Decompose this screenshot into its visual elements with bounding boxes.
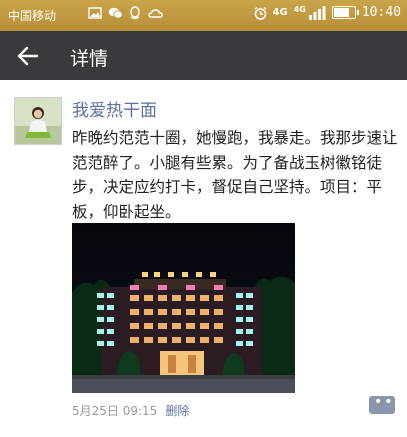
battery-icon bbox=[331, 6, 359, 19]
post-text: 昨晚约范范十圈，她慢跑，我暴走。我那步速让范范醉了。小腿有些累。为了备战玉树徽铭… bbox=[72, 129, 398, 221]
avatar[interactable] bbox=[14, 97, 62, 145]
delete-link[interactable]: 删除 bbox=[165, 402, 189, 419]
post-meta: 5月25日 09:15 删除 bbox=[72, 402, 189, 419]
notification-icons bbox=[88, 6, 163, 20]
weather-notification-icon bbox=[148, 6, 163, 20]
post-photo[interactable] bbox=[72, 223, 295, 393]
status-right: 4G 4G 10:40 bbox=[253, 5, 401, 20]
network-type-label: 4G bbox=[272, 7, 288, 18]
alarm-clock-icon bbox=[253, 6, 267, 20]
network-type-label-2: 4G bbox=[293, 5, 306, 14]
arrow-left-icon bbox=[17, 46, 39, 66]
back-button[interactable] bbox=[8, 39, 48, 73]
qq-notification-icon bbox=[128, 6, 142, 20]
status-bar: 中国移动 4G 4G 10:40 bbox=[0, 0, 407, 31]
clock-time: 10:40 bbox=[361, 5, 401, 20]
image-notification-icon bbox=[88, 6, 102, 20]
carrier-name: 中国移动 bbox=[8, 9, 57, 23]
comment-button[interactable] bbox=[369, 394, 395, 414]
page-title: 详情 bbox=[70, 48, 109, 70]
wechat-notification-icon bbox=[108, 6, 123, 20]
app-bar: 详情 bbox=[0, 31, 407, 80]
signal-strength-icon bbox=[308, 5, 326, 20]
author-name[interactable]: 我爱热干面 bbox=[72, 96, 157, 121]
post-date: 5月25日 09:15 bbox=[72, 404, 158, 418]
